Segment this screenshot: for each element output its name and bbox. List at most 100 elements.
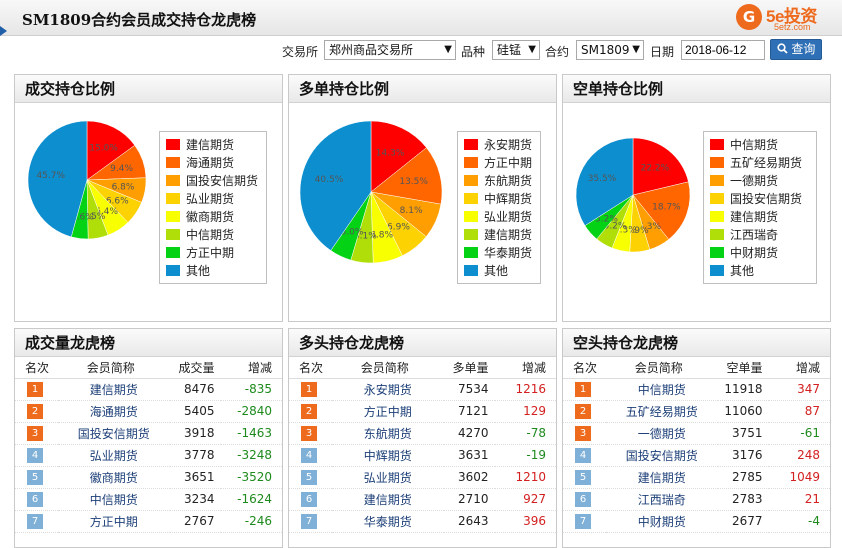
legend-label: 建信期货 — [186, 138, 235, 152]
column-header[interactable]: 成交量 — [169, 357, 221, 379]
legend-swatch — [166, 211, 180, 222]
table-row[interactable]: 3 东航期货 4270 -78 — [289, 422, 556, 445]
table-row[interactable]: 1 建信期货 8476 -835 — [15, 378, 282, 401]
column-header[interactable]: 名次 — [289, 357, 332, 379]
member-name-link[interactable]: 华泰期货 — [331, 510, 444, 533]
legend-item[interactable]: 方正中期 — [166, 244, 260, 262]
legend-item[interactable]: 中辉期货 — [464, 190, 534, 208]
member-name-link[interactable]: 一德期货 — [605, 422, 718, 445]
value-cell: 2767 — [169, 510, 221, 533]
legend-item[interactable]: 五矿经易期货 — [710, 154, 810, 172]
table-row[interactable]: 1 中信期货 11918 347 — [563, 378, 830, 401]
table-row[interactable]: 5 建信期货 2785 1049 — [563, 466, 830, 489]
member-name-link[interactable]: 中信期货 — [57, 488, 170, 511]
legend-item[interactable]: 中信期货 — [710, 136, 810, 154]
table-row[interactable]: 1 永安期货 7534 1216 — [289, 378, 556, 401]
table-row[interactable]: 3 国投安信期货 3918 -1463 — [15, 422, 282, 445]
rank-badge: 5 — [27, 470, 43, 485]
legend-item[interactable]: 华泰期货 — [464, 244, 534, 262]
legend-item[interactable]: 东航期货 — [464, 172, 534, 190]
table-row[interactable]: 2 五矿经易期货 11060 87 — [563, 400, 830, 423]
exchange-select-value: 郑州商品交易所 — [329, 43, 414, 57]
table-row[interactable]: 6 中信期货 3234 -1624 — [15, 488, 282, 511]
member-name-link[interactable]: 永安期货 — [331, 378, 444, 401]
member-name-link[interactable]: 建信期货 — [57, 378, 170, 401]
member-name-link[interactable]: 方正中期 — [57, 510, 170, 533]
brand-logo[interactable]: G 5e投资 5etz.com — [736, 3, 840, 35]
legend-item[interactable]: 海通期货 — [166, 154, 260, 172]
member-name-link[interactable]: 国投安信期货 — [57, 422, 170, 445]
table-row[interactable]: 3 一德期货 3751 -61 — [563, 422, 830, 445]
legend-item[interactable]: 中信期货 — [166, 226, 260, 244]
column-header[interactable]: 增减 — [768, 357, 830, 379]
column-header[interactable]: 名次 — [563, 357, 606, 379]
table-row[interactable]: 4 弘业期货 3778 -3248 — [15, 444, 282, 467]
table-row[interactable]: 4 国投安信期货 3176 248 — [563, 444, 830, 467]
date-input[interactable] — [681, 40, 765, 60]
exchange-select[interactable]: 郑州商品交易所 ▼ — [324, 40, 456, 60]
member-name-link[interactable]: 中辉期货 — [331, 444, 444, 467]
legend-item[interactable]: 其他 — [464, 262, 534, 280]
legend-item[interactable]: 建信期货 — [166, 136, 260, 154]
column-header[interactable]: 会员简称 — [605, 357, 718, 379]
legend-swatch — [710, 157, 724, 168]
member-name-link[interactable]: 国投安信期货 — [605, 444, 718, 467]
change-cell: 347 — [768, 378, 830, 401]
table-row[interactable]: 6 江西瑞奇 2783 21 — [563, 488, 830, 511]
table-header-row: 名次 会员简称 多单量 增减 — [289, 357, 556, 379]
legend-item[interactable]: 建信期货 — [464, 226, 534, 244]
member-name-link[interactable]: 建信期货 — [605, 466, 718, 489]
table-row[interactable]: 2 方正中期 7121 129 — [289, 400, 556, 423]
table-row[interactable]: 5 弘业期货 3602 1210 — [289, 466, 556, 489]
table-row[interactable]: 7 方正中期 2767 -246 — [15, 510, 282, 533]
member-name-link[interactable]: 方正中期 — [331, 400, 444, 423]
legend-item[interactable]: 国投安信期货 — [710, 190, 810, 208]
rank-badge: 2 — [301, 404, 317, 419]
member-name-link[interactable]: 徽商期货 — [57, 466, 170, 489]
legend-item[interactable]: 江西瑞奇 — [710, 226, 810, 244]
member-name-link[interactable]: 中财期货 — [605, 510, 718, 533]
legend-item[interactable]: 徽商期货 — [166, 208, 260, 226]
table-row[interactable]: 7 中财期货 2677 -4 — [563, 510, 830, 533]
query-button[interactable]: 查询 — [770, 39, 822, 60]
column-header[interactable]: 多单量 — [443, 357, 495, 379]
member-name-link[interactable]: 五矿经易期货 — [605, 400, 718, 423]
member-name-link[interactable]: 东航期货 — [331, 422, 444, 445]
legend-item[interactable]: 方正中期 — [464, 154, 534, 172]
column-header[interactable]: 名次 — [15, 357, 58, 379]
change-cell: 1216 — [494, 378, 556, 401]
table-panel-title: 多头持仓龙虎榜 — [289, 329, 556, 357]
member-name-link[interactable]: 江西瑞奇 — [605, 488, 718, 511]
legend-item[interactable]: 弘业期货 — [464, 208, 534, 226]
change-cell: 927 — [494, 488, 556, 511]
legend-label: 其他 — [484, 264, 509, 278]
legend-label: 一德期货 — [730, 174, 779, 188]
member-name-link[interactable]: 建信期货 — [331, 488, 444, 511]
table-row[interactable]: 5 徽商期货 3651 -3520 — [15, 466, 282, 489]
column-header[interactable]: 增减 — [494, 357, 556, 379]
product-select[interactable]: 硅锰 ▼ — [492, 40, 540, 60]
column-header[interactable]: 会员简称 — [331, 357, 444, 379]
legend-item[interactable]: 弘业期货 — [166, 190, 260, 208]
member-name-link[interactable]: 弘业期货 — [331, 466, 444, 489]
legend-item[interactable]: 其他 — [166, 262, 260, 280]
legend-item[interactable]: 一德期货 — [710, 172, 810, 190]
legend-swatch — [464, 265, 478, 276]
legend-label: 五矿经易期货 — [730, 156, 803, 170]
column-header[interactable]: 增减 — [220, 357, 282, 379]
table-row[interactable]: 4 中辉期货 3631 -19 — [289, 444, 556, 467]
member-name-link[interactable]: 中信期货 — [605, 378, 718, 401]
legend-item[interactable]: 建信期货 — [710, 208, 810, 226]
legend-item[interactable]: 国投安信期货 — [166, 172, 260, 190]
member-name-link[interactable]: 弘业期货 — [57, 444, 170, 467]
column-header[interactable]: 会员简称 — [57, 357, 170, 379]
contract-select[interactable]: SM1809 ▼ — [576, 40, 644, 60]
legend-item[interactable]: 中财期货 — [710, 244, 810, 262]
legend-item[interactable]: 其他 — [710, 262, 810, 280]
member-name-link[interactable]: 海通期货 — [57, 400, 170, 423]
legend-item[interactable]: 永安期货 — [464, 136, 534, 154]
table-row[interactable]: 2 海通期货 5405 -2840 — [15, 400, 282, 423]
column-header[interactable]: 空单量 — [717, 357, 769, 379]
table-row[interactable]: 7 华泰期货 2643 396 — [289, 510, 556, 533]
table-row[interactable]: 6 建信期货 2710 927 — [289, 488, 556, 511]
